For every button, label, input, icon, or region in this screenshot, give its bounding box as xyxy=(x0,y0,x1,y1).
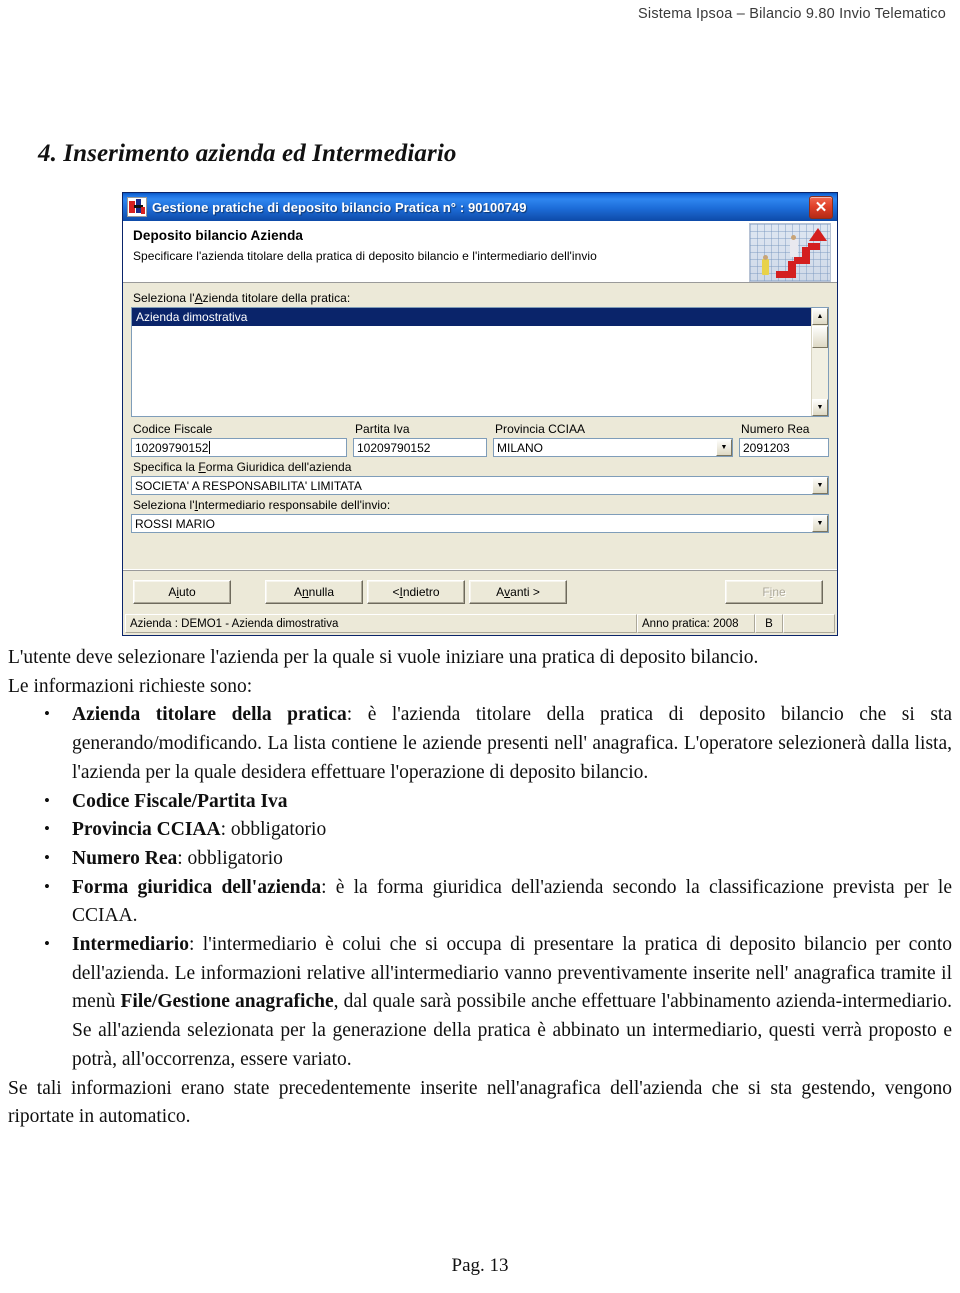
bullet-term-menu: File/Gestione anagrafiche xyxy=(120,991,334,1013)
app-icon xyxy=(127,197,147,217)
dialog-statusbar: Azienda : DEMO1 - Azienda dimostrativa A… xyxy=(125,614,835,633)
list-item: Intermediario: l'intermediario è colui c… xyxy=(8,930,952,1075)
dialog-header-title: Deposito bilancio Azienda xyxy=(133,228,304,243)
azienda-list-label: Seleziona l'Azienda titolare della prati… xyxy=(133,291,351,305)
status-azienda: Azienda : DEMO1 - Azienda dimostrativa xyxy=(125,614,637,633)
forma-giuridica-select[interactable]: SOCIETA' A RESPONSABILITA' LIMITATA ▼ xyxy=(131,476,829,495)
provincia-cciaa-field: Provincia CCIAA MILANO ▼ xyxy=(493,419,733,457)
provincia-cciaa-value: MILANO xyxy=(497,440,544,455)
identificativi-row: Codice Fiscale 10209790152 Partita Iva 1… xyxy=(131,419,829,457)
list-item: Numero Rea: obbligatorio xyxy=(8,844,952,874)
partita-iva-input[interactable]: 10209790152 xyxy=(353,438,487,457)
paragraph-richieste: Le informazioni richieste sono: xyxy=(8,675,253,697)
provincia-cciaa-label: Provincia CCIAA xyxy=(495,422,586,436)
codice-fiscale-field: Codice Fiscale 10209790152 xyxy=(131,419,347,457)
close-icon[interactable]: ✕ xyxy=(809,196,833,219)
avanti-button[interactable]: Av anti > xyxy=(469,579,567,604)
numero-rea-label: Numero Rea xyxy=(741,422,810,436)
bullet-term: Numero Rea xyxy=(72,847,178,869)
codice-fiscale-label: Codice Fiscale xyxy=(133,422,213,436)
scroll-down-icon[interactable]: ▼ xyxy=(812,399,828,416)
bullet-text: : obbligatorio xyxy=(177,847,283,869)
running-header: Sistema Ipsoa – Bilancio 9.80 Invio Tele… xyxy=(638,6,946,22)
list-item: Azienda titolare della pratica: è l'azie… xyxy=(8,700,952,787)
growth-chart-illustration xyxy=(749,223,831,282)
status-spacer xyxy=(783,614,835,633)
dialog-title: Gestione pratiche di deposito bilancio P… xyxy=(152,199,527,215)
azienda-listbox[interactable]: Azienda dimostrativa ▲ ▼ xyxy=(131,307,829,417)
paragraph-automatico: Se tali informazioni erano state precede… xyxy=(8,1077,952,1128)
indietro-button[interactable]: < Indietro xyxy=(367,579,465,604)
list-item: Codice Fiscale/Partita Iva xyxy=(8,787,952,817)
gestione-pratiche-dialog: Gestione pratiche di deposito bilancio P… xyxy=(122,192,838,636)
dialog-body: Seleziona l'Azienda titolare della prati… xyxy=(123,283,837,533)
dialog-header-band: Deposito bilancio Azienda Specificare l'… xyxy=(123,221,837,283)
fine-button: Fi ne xyxy=(725,579,823,604)
intermediario-label: Seleziona l'Intermediario responsabile d… xyxy=(133,498,391,512)
bullet-text: : obbligatorio xyxy=(220,819,327,841)
page-title: 4. Inserimento azienda ed Intermediario xyxy=(38,140,457,167)
page-number: Pag. 13 xyxy=(451,1255,509,1276)
scrollbar-track[interactable] xyxy=(812,349,828,399)
numero-rea-field: Numero Rea 2091203 xyxy=(739,419,829,457)
annulla-button[interactable]: An nulla xyxy=(265,579,363,604)
aiuto-button[interactable]: Ai uto xyxy=(133,579,231,604)
codice-fiscale-input[interactable]: 10209790152 xyxy=(131,438,347,457)
bullet-term: Forma giuridica dell'azienda xyxy=(72,876,322,898)
status-anno-pratica: Anno pratica: 2008 xyxy=(637,614,755,633)
status-flag: B xyxy=(755,614,783,633)
bullet-term: Codice Fiscale/Partita Iva xyxy=(72,790,288,812)
azienda-listbox-items[interactable]: Azienda dimostrativa xyxy=(132,308,811,416)
partita-iva-field: Partita Iva 10209790152 xyxy=(353,419,487,457)
scrollbar-thumb[interactable] xyxy=(812,326,828,348)
paragraph-intro: L'utente deve selezionare l'azienda per … xyxy=(8,647,759,668)
dialog-header-subtitle: Specificare l'azienda titolare della pra… xyxy=(133,249,597,263)
bullet-term: Intermediario xyxy=(72,934,189,956)
bullet-term: Azienda titolare della pratica xyxy=(72,704,347,726)
requirements-list: Azienda titolare della pratica: è l'azie… xyxy=(8,700,952,1075)
list-item[interactable]: Azienda dimostrativa xyxy=(132,308,811,326)
forma-giuridica-value: SOCIETA' A RESPONSABILITA' LIMITATA xyxy=(135,478,362,493)
intermediario-select[interactable]: ROSSI MARIO ▼ xyxy=(131,514,829,533)
provincia-cciaa-select[interactable]: MILANO ▼ xyxy=(493,438,733,457)
partita-iva-label: Partita Iva xyxy=(355,422,410,436)
chevron-down-icon[interactable]: ▼ xyxy=(812,477,828,494)
list-item: Provincia CCIAA: obbligatorio xyxy=(8,815,952,845)
intermediario-value: ROSSI MARIO xyxy=(135,516,216,531)
forma-giuridica-label: Specifica la Forma Giuridica dell'aziend… xyxy=(133,460,352,474)
bullet-term: Provincia CCIAA xyxy=(72,819,221,841)
chevron-down-icon[interactable]: ▼ xyxy=(716,439,732,456)
dialog-button-bar: Ai uto An nulla < Indietro Av anti > Fi ne xyxy=(123,569,837,613)
list-item: Forma giuridica dell'azienda: è la forma… xyxy=(8,873,952,931)
scroll-up-icon[interactable]: ▲ xyxy=(812,308,828,325)
text-caret xyxy=(209,441,211,454)
numero-rea-input[interactable]: 2091203 xyxy=(739,438,829,457)
chevron-down-icon[interactable]: ▼ xyxy=(812,515,828,532)
dialog-titlebar: Gestione pratiche di deposito bilancio P… xyxy=(123,193,837,221)
listbox-scrollbar[interactable]: ▲ ▼ xyxy=(811,308,828,416)
body-copy: L'utente deve selezionare l'azienda per … xyxy=(8,644,952,1132)
